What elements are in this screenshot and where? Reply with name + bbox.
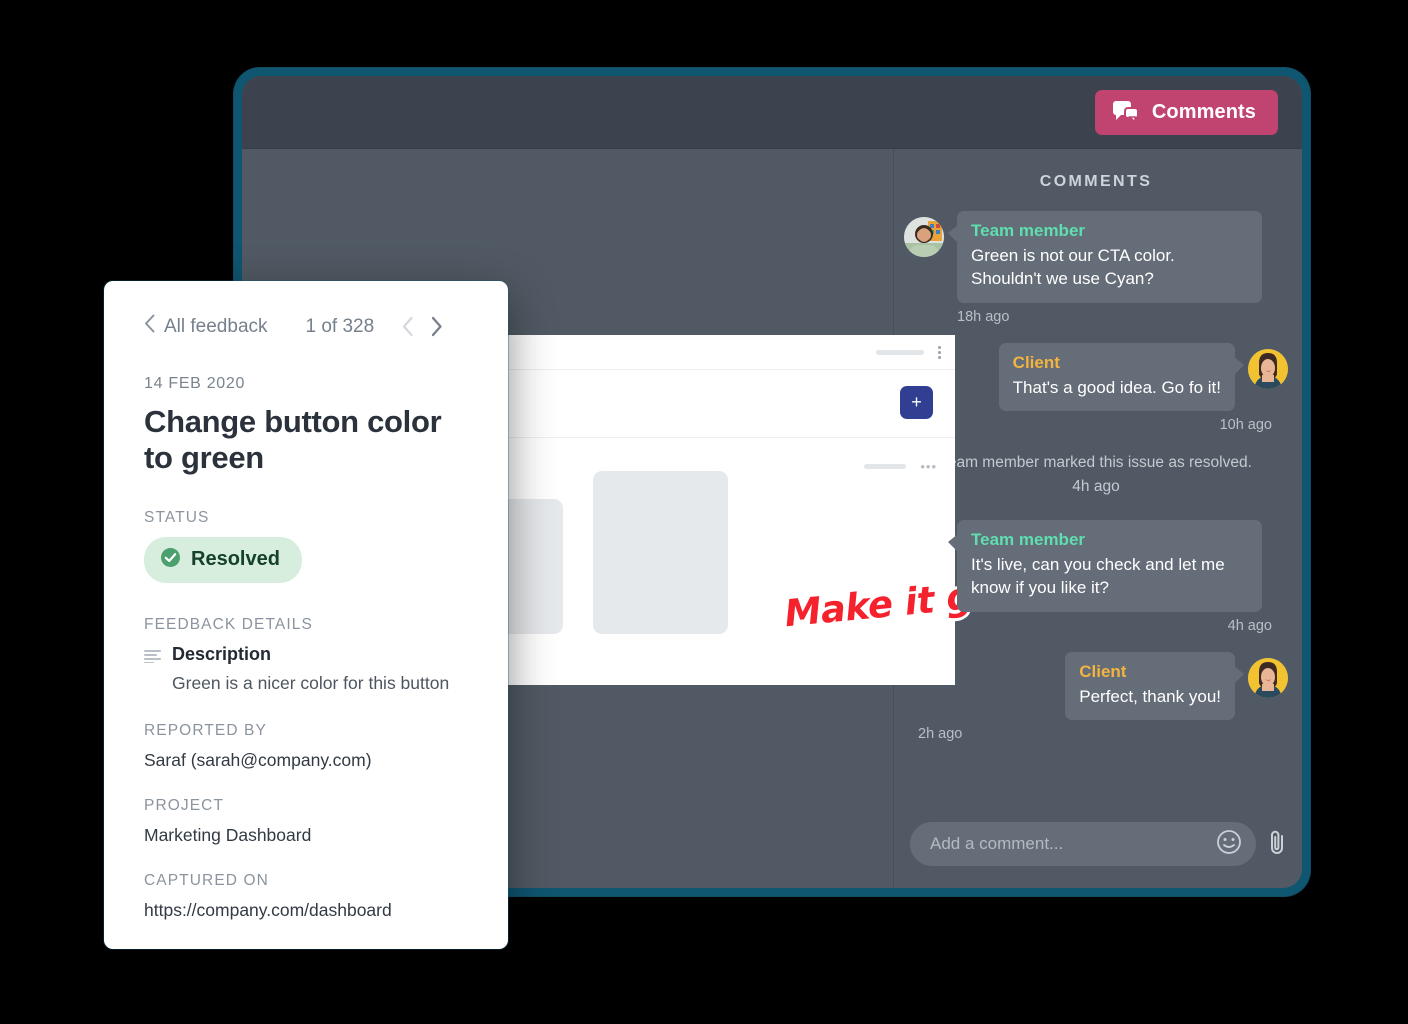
smiley-icon[interactable] (1216, 829, 1242, 860)
reported-by-value: Saraf (sarah@company.com) (144, 749, 372, 770)
add-comment-placeholder: Add a comment... (930, 834, 1064, 853)
comment-bubble: Team member It's live, can you check and… (948, 519, 1262, 612)
status-value: Resolved (191, 548, 280, 571)
next-feedback-button[interactable] (430, 316, 443, 337)
feedback-title: Change button color to green (144, 404, 442, 475)
feedback-details-label: FEEDBACK DETAILS (144, 615, 313, 633)
avatar-client (1248, 657, 1288, 698)
chevron-left-icon (144, 314, 155, 339)
project-block: PROJECT Marketing Dashboard (144, 797, 470, 846)
comment-text: Green is not our CTA color. Shouldn't we… (971, 246, 1175, 289)
system-note: Team member marked this issue as resolve… (910, 451, 1282, 498)
comment-item: Client Perfect, thank you! (904, 651, 1288, 721)
paperclip-icon[interactable] (1266, 828, 1288, 861)
reported-by-label: REPORTED BY (144, 721, 267, 739)
feedback-date: 14 FEB 2020 (144, 375, 246, 392)
mock-card (593, 471, 728, 634)
avatar-client (1248, 348, 1288, 389)
mock-ellipsis-icon: ••• (920, 458, 937, 474)
app-topbar: Comments (242, 76, 1302, 149)
card-navigation: All feedback 1 of 328 (144, 314, 470, 339)
add-comment-input[interactable]: Add a comment... (910, 822, 1256, 866)
comment-sender: Team member (971, 529, 1086, 549)
comment-timestamp: 18h ago (957, 308, 1010, 325)
comment-item: Client That's a good idea. Go fo it! (904, 342, 1288, 412)
mock-kebab-icon (938, 345, 941, 359)
all-feedback-back-link[interactable]: All feedback (144, 314, 268, 339)
avatar-team-member (904, 217, 944, 257)
mock-placeholder-bar (876, 349, 924, 355)
prev-feedback-button[interactable] (401, 316, 414, 337)
comment-bubble: Client Perfect, thank you! (1065, 651, 1244, 721)
status-section-label: STATUS (144, 508, 210, 526)
comment-bubble: Team member Green is not our CTA color. … (948, 211, 1262, 303)
mock-placeholder-bar (864, 463, 907, 469)
comment-bubble: Client That's a good idea. Go fo it! (998, 342, 1245, 412)
comment-sender: Client (1079, 661, 1127, 681)
comment-item: Team member Green is not our CTA color. … (904, 211, 1288, 303)
add-plus-button[interactable]: + (900, 386, 933, 419)
comment-text: That's a good idea. Go fo it! (1012, 377, 1221, 397)
comment-text: It's live, can you check and let me know… (971, 554, 1225, 598)
comment-timestamp: 2h ago (918, 726, 963, 743)
status-badge: Resolved (144, 536, 302, 583)
system-note-time: 4h ago (1072, 477, 1120, 495)
feedback-detail-card: All feedback 1 of 328 14 FEB 2020 Change… (104, 281, 508, 949)
comment-timestamp: 4h ago (1227, 617, 1272, 634)
comment-timestamp: 10h ago (1219, 417, 1272, 434)
check-circle-icon (160, 547, 181, 573)
project-value: Marketing Dashboard (144, 824, 312, 845)
comment-sender: Client (1012, 352, 1060, 372)
comments-button-label: Comments (1151, 100, 1256, 123)
all-feedback-label: All feedback (164, 315, 268, 337)
comment-composer: Add a comment... (904, 822, 1288, 888)
captured-on-block: CAPTURED ON https://company.com/dashboar… (144, 872, 470, 921)
project-label: PROJECT (144, 796, 225, 814)
comments-thread: Team member Green is not our CTA color. … (904, 211, 1288, 822)
captured-on-value: https://company.com/dashboard (144, 899, 392, 920)
description-text: Green is a nicer color for this button (172, 672, 450, 693)
feedback-counter: 1 of 328 (305, 315, 375, 337)
comment-sender: Team member (971, 221, 1086, 240)
captured-on-label: CAPTURED ON (144, 871, 269, 889)
description-title: Description (172, 643, 272, 664)
comments-panel-heading: COMMENTS (1039, 173, 1153, 190)
comments-panel: COMMENTS Team member Green is not our CT… (894, 149, 1302, 888)
comments-bubbles-icon (1112, 101, 1139, 123)
reported-by-block: REPORTED BY Saraf (sarah@company.com) (144, 722, 470, 771)
comment-item: Team member It's live, can you check and… (904, 519, 1288, 612)
comment-text: Perfect, thank you! (1079, 686, 1221, 706)
prev-next-controls (401, 316, 443, 337)
align-left-lines-icon (144, 649, 161, 668)
comments-button[interactable]: Comments (1094, 89, 1278, 135)
system-note-text: Team member marked this issue as resolve… (940, 454, 1252, 472)
description-row: Description (144, 644, 470, 668)
